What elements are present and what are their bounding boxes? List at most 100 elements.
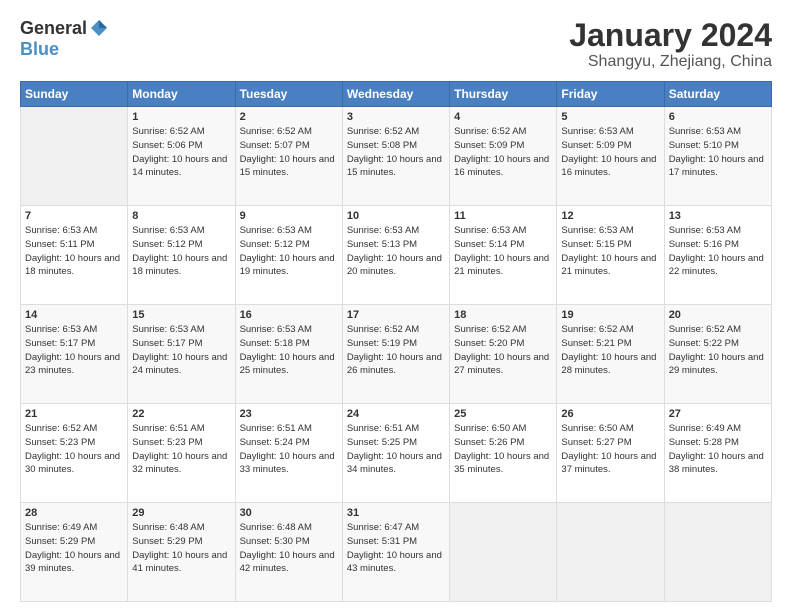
day-info: Sunrise: 6:53 AMSunset: 5:12 PMDaylight:…: [132, 224, 230, 279]
table-row: 29Sunrise: 6:48 AMSunset: 5:29 PMDayligh…: [128, 503, 235, 602]
month-title: January 2024: [569, 18, 772, 53]
table-row: 12Sunrise: 6:53 AMSunset: 5:15 PMDayligh…: [557, 206, 664, 305]
day-info: Sunrise: 6:48 AMSunset: 5:30 PMDaylight:…: [240, 521, 338, 576]
table-row: 5 Sunrise: 6:53 AMSunset: 5:09 PMDaylight…: [557, 107, 664, 206]
table-row: 17 Sunrise: 6:52 AMSunset: 5:19 PMDayligh…: [342, 305, 449, 404]
header: General Blue January 2024 Shangyu, Zheji…: [20, 18, 772, 71]
table-row: 18 Sunrise: 6:52 AMSunset: 5:20 PMDayligh…: [450, 305, 557, 404]
day-number: 30: [240, 507, 338, 519]
calendar-week-row: 1 Sunrise: 6:52 AMSunset: 5:06 PMDaylight…: [21, 107, 772, 206]
col-tuesday: Tuesday: [235, 82, 342, 107]
col-wednesday: Wednesday: [342, 82, 449, 107]
day-number: 14: [25, 309, 123, 321]
table-row: 8 Sunrise: 6:53 AMSunset: 5:12 PMDaylight…: [128, 206, 235, 305]
day-info: Sunrise: 6:52 AMSunset: 5:06 PMDaylight:…: [132, 125, 230, 180]
calendar-week-row: 14 Sunrise: 6:53 AMSunset: 5:17 PMDayligh…: [21, 305, 772, 404]
table-row: 11Sunrise: 6:53 AMSunset: 5:14 PMDayligh…: [450, 206, 557, 305]
day-number: 4: [454, 111, 552, 123]
logo-general-text: General: [20, 18, 87, 39]
day-number: 9: [240, 210, 338, 222]
day-info: Sunrise: 6:51 AMSunset: 5:23 PMDaylight:…: [132, 422, 230, 477]
table-row: 28Sunrise: 6:49 AMSunset: 5:29 PMDayligh…: [21, 503, 128, 602]
table-row: 27 Sunrise: 6:49 AMSunset: 5:28 PMDayligh…: [664, 404, 771, 503]
day-number: 13: [669, 210, 767, 222]
day-info: Sunrise: 6:52 AMSunset: 5:08 PMDaylight:…: [347, 125, 445, 180]
logo: General Blue: [20, 18, 109, 60]
table-row: 31 Sunrise: 6:47 AMSunset: 5:31 PMDayligh…: [342, 503, 449, 602]
table-row: 20Sunrise: 6:52 AMSunset: 5:22 PMDayligh…: [664, 305, 771, 404]
day-info: Sunrise: 6:52 AMSunset: 5:09 PMDaylight:…: [454, 125, 552, 180]
day-info: Sunrise: 6:50 AMSunset: 5:27 PMDaylight:…: [561, 422, 659, 477]
day-info: Sunrise: 6:53 AMSunset: 5:16 PMDaylight:…: [669, 224, 767, 279]
day-number: 16: [240, 309, 338, 321]
day-info: Sunrise: 6:53 AMSunset: 5:14 PMDaylight:…: [454, 224, 552, 279]
day-number: 10: [347, 210, 445, 222]
day-info: Sunrise: 6:53 AMSunset: 5:13 PMDaylight:…: [347, 224, 445, 279]
col-friday: Friday: [557, 82, 664, 107]
day-info: Sunrise: 6:52 AMSunset: 5:07 PMDaylight:…: [240, 125, 338, 180]
table-row: [557, 503, 664, 602]
day-info: Sunrise: 6:52 AMSunset: 5:20 PMDaylight:…: [454, 323, 552, 378]
day-info: Sunrise: 6:53 AMSunset: 5:17 PMDaylight:…: [25, 323, 123, 378]
calendar-table: Sunday Monday Tuesday Wednesday Thursday…: [20, 81, 772, 602]
day-info: Sunrise: 6:51 AMSunset: 5:24 PMDaylight:…: [240, 422, 338, 477]
table-row: 21Sunrise: 6:52 AMSunset: 5:23 PMDayligh…: [21, 404, 128, 503]
table-row: 1 Sunrise: 6:52 AMSunset: 5:06 PMDaylight…: [128, 107, 235, 206]
day-info: Sunrise: 6:53 AMSunset: 5:15 PMDaylight:…: [561, 224, 659, 279]
day-info: Sunrise: 6:47 AMSunset: 5:31 PMDaylight:…: [347, 521, 445, 576]
table-row: [21, 107, 128, 206]
day-info: Sunrise: 6:52 AMSunset: 5:21 PMDaylight:…: [561, 323, 659, 378]
day-info: Sunrise: 6:52 AMSunset: 5:22 PMDaylight:…: [669, 323, 767, 378]
day-info: Sunrise: 6:51 AMSunset: 5:25 PMDaylight:…: [347, 422, 445, 477]
table-row: 30 Sunrise: 6:48 AMSunset: 5:30 PMDayligh…: [235, 503, 342, 602]
calendar-week-row: 28Sunrise: 6:49 AMSunset: 5:29 PMDayligh…: [21, 503, 772, 602]
day-number: 17: [347, 309, 445, 321]
col-saturday: Saturday: [664, 82, 771, 107]
day-number: 22: [132, 408, 230, 420]
calendar-week-row: 7Sunrise: 6:53 AMSunset: 5:11 PMDaylight…: [21, 206, 772, 305]
day-info: Sunrise: 6:53 AMSunset: 5:12 PMDaylight:…: [240, 224, 338, 279]
col-sunday: Sunday: [21, 82, 128, 107]
location: Shangyu, Zhejiang, China: [569, 53, 772, 71]
day-number: 1: [132, 111, 230, 123]
table-row: 19Sunrise: 6:52 AMSunset: 5:21 PMDayligh…: [557, 305, 664, 404]
day-number: 8: [132, 210, 230, 222]
table-row: [450, 503, 557, 602]
day-info: Sunrise: 6:49 AMSunset: 5:28 PMDaylight:…: [669, 422, 767, 477]
day-number: 27: [669, 408, 767, 420]
table-row: 16 Sunrise: 6:53 AMSunset: 5:18 PMDayligh…: [235, 305, 342, 404]
day-number: 28: [25, 507, 123, 519]
day-info: Sunrise: 6:48 AMSunset: 5:29 PMDaylight:…: [132, 521, 230, 576]
table-row: 10 Sunrise: 6:53 AMSunset: 5:13 PMDayligh…: [342, 206, 449, 305]
day-info: Sunrise: 6:53 AMSunset: 5:09 PMDaylight:…: [561, 125, 659, 180]
calendar-week-row: 21Sunrise: 6:52 AMSunset: 5:23 PMDayligh…: [21, 404, 772, 503]
day-number: 18: [454, 309, 552, 321]
day-info: Sunrise: 6:53 AMSunset: 5:11 PMDaylight:…: [25, 224, 123, 279]
col-thursday: Thursday: [450, 82, 557, 107]
table-row: 4 Sunrise: 6:52 AMSunset: 5:09 PMDaylight…: [450, 107, 557, 206]
table-row: 2 Sunrise: 6:52 AMSunset: 5:07 PMDaylight…: [235, 107, 342, 206]
day-info: Sunrise: 6:50 AMSunset: 5:26 PMDaylight:…: [454, 422, 552, 477]
day-number: 23: [240, 408, 338, 420]
table-row: 22 Sunrise: 6:51 AMSunset: 5:23 PMDayligh…: [128, 404, 235, 503]
day-number: 25: [454, 408, 552, 420]
table-row: 13 Sunrise: 6:53 AMSunset: 5:16 PMDayligh…: [664, 206, 771, 305]
day-info: Sunrise: 6:53 AMSunset: 5:10 PMDaylight:…: [669, 125, 767, 180]
day-number: 26: [561, 408, 659, 420]
table-row: 14 Sunrise: 6:53 AMSunset: 5:17 PMDayligh…: [21, 305, 128, 404]
day-number: 24: [347, 408, 445, 420]
day-number: 2: [240, 111, 338, 123]
table-row: 9 Sunrise: 6:53 AMSunset: 5:12 PMDaylight…: [235, 206, 342, 305]
table-row: 6Sunrise: 6:53 AMSunset: 5:10 PMDaylight…: [664, 107, 771, 206]
day-number: 31: [347, 507, 445, 519]
table-row: 24 Sunrise: 6:51 AMSunset: 5:25 PMDayligh…: [342, 404, 449, 503]
day-info: Sunrise: 6:53 AMSunset: 5:17 PMDaylight:…: [132, 323, 230, 378]
day-info: Sunrise: 6:53 AMSunset: 5:18 PMDaylight:…: [240, 323, 338, 378]
calendar-header-row: Sunday Monday Tuesday Wednesday Thursday…: [21, 82, 772, 107]
day-number: 15: [132, 309, 230, 321]
logo-icon: [89, 18, 109, 38]
day-info: Sunrise: 6:52 AMSunset: 5:19 PMDaylight:…: [347, 323, 445, 378]
day-number: 5: [561, 111, 659, 123]
day-number: 3: [347, 111, 445, 123]
table-row: 23 Sunrise: 6:51 AMSunset: 5:24 PMDayligh…: [235, 404, 342, 503]
